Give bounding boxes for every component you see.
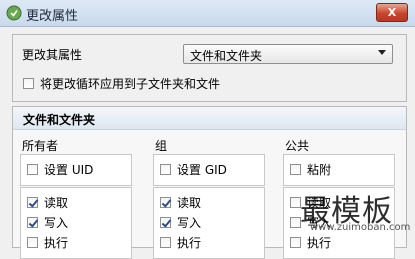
owner-setuid-checkbox[interactable] [27, 164, 38, 175]
recursive-label: 将更改循环应用到子文件夹和文件 [40, 77, 221, 91]
others-sticky-label: 粘附 [307, 163, 332, 177]
change-attributes-label: 更改其属性 [22, 48, 83, 62]
group-permissions-box: 读取 写入 执行 [153, 187, 265, 259]
group-special-box: 设置 GID [153, 154, 265, 186]
owner-permissions-box: 读取 写入 执行 [20, 187, 132, 259]
change-attributes-panel: 更改其属性 文件和文件夹 将更改循环应用到子文件夹和文件 [12, 34, 407, 102]
owner-write-checkbox[interactable] [27, 217, 38, 228]
apply-to-select-value: 文件和文件夹 [190, 49, 263, 63]
group-setgid-label: 设置 GID [177, 163, 227, 177]
owner-special-box: 设置 UID [20, 154, 132, 186]
apply-to-select[interactable]: 文件和文件夹 [183, 44, 393, 64]
group-group-title: 组 [155, 139, 168, 153]
group-exec-checkbox[interactable] [160, 237, 171, 248]
section-header: 文件和文件夹 [13, 107, 406, 130]
owner-group-title: 所有者 [22, 139, 59, 153]
section-title: 文件和文件夹 [23, 113, 96, 127]
group-read-label: 读取 [177, 196, 202, 210]
others-group-title: 公共 [285, 139, 310, 153]
title-bar: 更改属性 X [0, 0, 415, 27]
close-button[interactable]: X [376, 3, 408, 22]
chevron-down-icon [378, 50, 386, 55]
group-write-checkbox[interactable] [160, 217, 171, 228]
owner-exec-label: 执行 [44, 236, 69, 250]
owner-exec-checkbox[interactable] [27, 237, 38, 248]
owner-read-label: 读取 [44, 196, 69, 210]
others-exec-label: 执行 [307, 236, 332, 250]
app-icon [6, 5, 22, 21]
owner-read-checkbox[interactable] [27, 197, 38, 208]
others-exec-checkbox[interactable] [290, 237, 301, 248]
owner-setuid-label: 设置 UID [44, 163, 94, 177]
group-write-label: 写入 [177, 216, 202, 230]
owner-write-label: 写入 [44, 216, 69, 230]
others-special-box: 粘附 [283, 154, 395, 186]
group-read-checkbox[interactable] [160, 197, 171, 208]
others-sticky-checkbox[interactable] [290, 164, 301, 175]
recursive-checkbox[interactable] [23, 78, 34, 89]
group-setgid-checkbox[interactable] [160, 164, 171, 175]
group-exec-label: 执行 [177, 236, 202, 250]
window-title: 更改属性 [26, 9, 79, 24]
watermark-url: www.zuimoban.com [310, 222, 411, 233]
